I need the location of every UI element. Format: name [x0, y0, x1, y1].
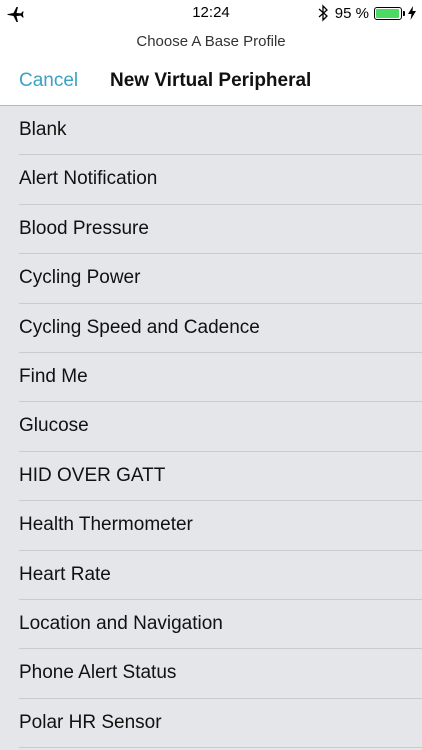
page-title: New Virtual Peripheral [110, 70, 312, 91]
list-item-label: Polar HR Sensor [19, 711, 162, 733]
list-item-label: HID OVER GATT [19, 464, 166, 486]
list-item[interactable]: Phone Alert Status [0, 649, 422, 699]
list-item[interactable]: Cycling Speed and Cadence [0, 304, 422, 353]
cancel-button[interactable]: Cancel [19, 70, 78, 92]
battery-nub [403, 10, 405, 16]
status-right-group: 95 % [317, 3, 416, 23]
charging-bolt-icon [408, 6, 416, 20]
list-item[interactable]: Glucose [0, 402, 422, 452]
list-item-label: Alert Notification [19, 168, 158, 190]
status-bar: 12:24 95 % [0, 0, 422, 26]
list-item-label: Heart Rate [19, 563, 111, 585]
list-item[interactable]: Location and Navigation [0, 600, 422, 650]
battery-fill [376, 8, 399, 18]
list-item-label: Location and Navigation [19, 612, 223, 634]
list-item-label: Blank [19, 119, 67, 140]
list-item[interactable]: Health Thermometer [0, 501, 422, 551]
list-item[interactable]: Heart Rate [0, 551, 422, 600]
list-item-label: Glucose [19, 415, 89, 437]
row-separator [19, 747, 422, 749]
navigation-bar: Cancel New Virtual Peripheral [0, 58, 422, 106]
profile-list: Blank Alert Notification Blood Pressure Cyc… [0, 106, 422, 750]
list-item[interactable]: Blank [0, 106, 422, 156]
list-item[interactable]: Blood Pressure [0, 205, 422, 255]
list-item-label: Find Me [19, 365, 88, 387]
list-item[interactable]: Alert Notification [0, 155, 422, 205]
list-item-label: Cycling Power [19, 267, 141, 289]
profile-prompt: Choose A Base Profile [136, 33, 286, 50]
list-item[interactable]: Find Me [0, 353, 422, 403]
bluetooth-icon [318, 4, 328, 22]
battery-percent: 95 % [334, 4, 369, 22]
list-item-label: Health Thermometer [19, 514, 193, 536]
list-item-label: Blood Pressure [19, 217, 149, 239]
battery-icon [374, 6, 402, 20]
list-item[interactable]: Cycling Power [0, 254, 422, 304]
list-item-label: Cycling Speed and Cadence [19, 316, 260, 338]
list-item-label: Phone Alert Status [19, 662, 177, 684]
list-item[interactable]: HID OVER GATT [0, 452, 422, 502]
list-item[interactable]: Polar HR Sensor [0, 699, 422, 749]
